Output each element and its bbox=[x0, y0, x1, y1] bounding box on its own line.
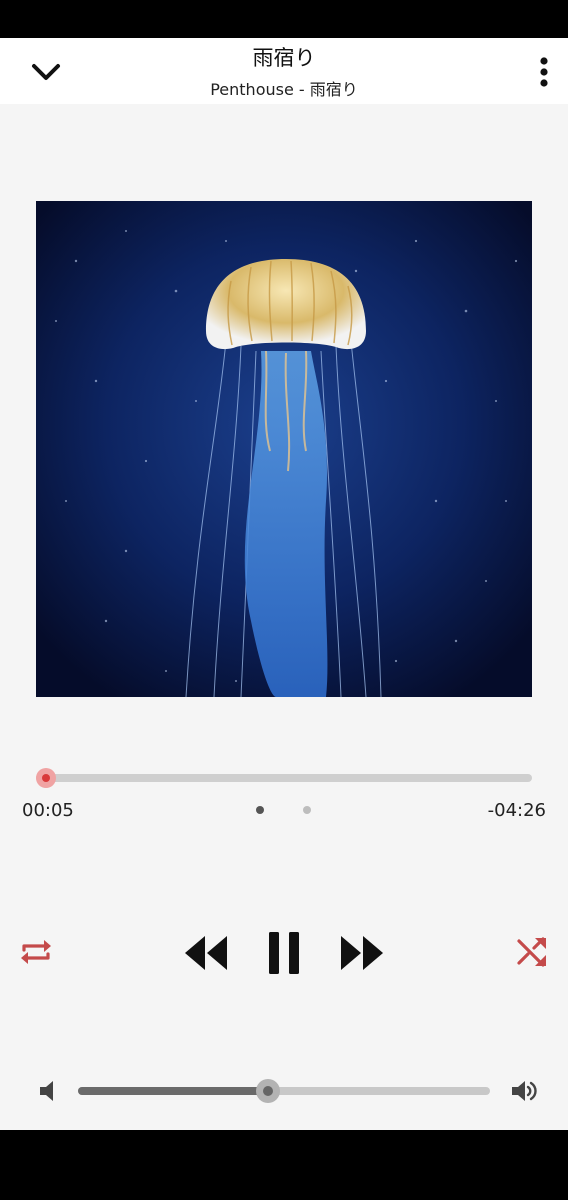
jellyfish-album-art bbox=[36, 201, 532, 697]
page-dot-active[interactable] bbox=[256, 806, 264, 814]
more-vert-icon bbox=[540, 57, 548, 87]
page-indicator bbox=[0, 806, 568, 816]
volume-low-button[interactable] bbox=[30, 1074, 64, 1108]
volume-control bbox=[0, 1068, 568, 1114]
repeat-button[interactable] bbox=[14, 930, 58, 974]
track-subtitle: Penthouse - 雨宿り bbox=[210, 80, 358, 99]
volume-high-button[interactable] bbox=[508, 1074, 542, 1108]
volume-high-icon bbox=[512, 1081, 537, 1101]
playback-progress-slider[interactable] bbox=[35, 766, 532, 790]
pause-button[interactable] bbox=[262, 927, 306, 979]
shuffle-icon bbox=[517, 937, 546, 967]
chevron-down-icon bbox=[32, 64, 60, 80]
volume-slider[interactable] bbox=[78, 1079, 490, 1103]
more-options-button[interactable] bbox=[526, 52, 562, 92]
progress-track bbox=[36, 774, 532, 782]
pause-icon bbox=[269, 932, 299, 974]
fast-forward-button[interactable] bbox=[336, 930, 390, 976]
collapse-button[interactable] bbox=[24, 52, 68, 92]
rewind-icon bbox=[185, 936, 227, 970]
volume-low-icon bbox=[40, 1081, 53, 1101]
player-header: 雨宿り Penthouse - 雨宿り bbox=[0, 38, 568, 104]
repeat-icon bbox=[21, 940, 51, 964]
rewind-button[interactable] bbox=[178, 930, 232, 976]
album-artwork bbox=[36, 201, 532, 697]
fast-forward-icon bbox=[341, 936, 383, 970]
status-bar bbox=[0, 0, 568, 38]
navigation-bar bbox=[0, 1130, 568, 1200]
shuffle-button[interactable] bbox=[510, 930, 554, 974]
volume-thumb[interactable] bbox=[255, 1079, 280, 1103]
volume-fill bbox=[78, 1087, 268, 1095]
track-title: 雨宿り bbox=[252, 46, 316, 70]
page-dot[interactable] bbox=[303, 806, 311, 814]
progress-thumb[interactable] bbox=[35, 768, 56, 788]
